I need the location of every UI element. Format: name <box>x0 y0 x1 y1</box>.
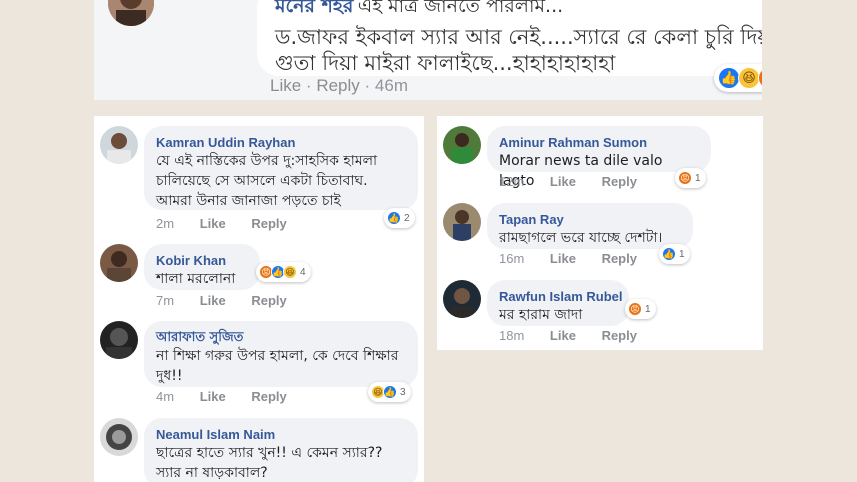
reaction-summary[interactable]: 😡 👍 😆 4 <box>256 262 311 282</box>
avatar[interactable] <box>100 321 138 359</box>
comment-text: মর হারাম জাদা <box>499 307 583 323</box>
comment-author[interactable]: Kamran Uddin Rayhan <box>156 134 406 151</box>
reaction-count: 1 <box>695 172 701 184</box>
comment-actions: 12m Like Reply <box>499 174 637 189</box>
comment-author[interactable]: Neamul Islam Naim <box>156 426 406 443</box>
reaction-count: 1 <box>645 303 651 315</box>
comment-bubble: আরাফাত সুজিত না শিক্ষা গরুর উপর হামলা, ক… <box>144 321 418 387</box>
comment-author[interactable]: Kobir Khan <box>156 252 248 269</box>
comment-bubble: Kobir Khan শালা মরলোনা <box>144 244 260 290</box>
angry-reaction-icon: 😡 <box>758 67 762 89</box>
like-reaction-icon: 👍 <box>662 247 676 261</box>
reaction-summary[interactable]: 👍 2 <box>384 208 415 228</box>
comment-actions: 7m Like Reply <box>156 293 287 308</box>
comment-time: 18m <box>499 328 525 343</box>
like-reaction-icon: 👍 <box>718 67 740 89</box>
reaction-summary[interactable]: 😡 1 <box>675 168 706 188</box>
like-link[interactable]: Like <box>550 328 576 343</box>
haha-reaction-icon: 😆 <box>738 67 760 89</box>
right-comments-panel: Aminur Rahman Sumon Morar news ta dile v… <box>437 116 763 350</box>
reply-link[interactable]: Reply <box>251 389 286 404</box>
reaction-summary[interactable]: 👍 1 <box>659 244 690 264</box>
reaction-count: 1 <box>679 248 685 260</box>
comment-bubble: Tapan Ray রামছাগলে ভরে যাচ্ছে দেশটা। <box>487 203 693 249</box>
comment-author[interactable]: Tapan Ray <box>499 211 681 228</box>
comment-time: 7m <box>156 293 175 308</box>
reply-link[interactable]: Reply <box>602 251 637 266</box>
reply-link[interactable]: Reply <box>316 76 359 95</box>
comment-text: রামছাগলে ভরে যাচ্ছে দেশটা। <box>499 230 663 246</box>
comment-bubble: Kamran Uddin Rayhan যে এই নাস্তিকের উপর … <box>144 126 418 210</box>
comment-time: 16m <box>499 251 525 266</box>
left-comments-panel: Kamran Uddin Rayhan যে এই নাস্তিকের উপর … <box>94 116 424 482</box>
comment-actions: 18m Like Reply <box>499 328 637 343</box>
comment-text: যে এই নাস্তিকের উপর দু:সাহসিক হামলা চালি… <box>156 153 378 209</box>
reply-link[interactable]: Reply <box>602 174 637 189</box>
comment-author[interactable]: Rawfun Islam Rubel <box>499 288 623 305</box>
comment-actions: 16m Like Reply <box>499 251 637 266</box>
comment-time: 12m <box>499 174 525 189</box>
like-link[interactable]: Like <box>200 389 226 404</box>
comment-bubble: Neamul Islam Naim ছাত্রের হাতে স্যার খুন… <box>144 418 418 482</box>
comment-time: 46m <box>374 76 408 95</box>
comment-bubble: Rawfun Islam Rubel মর হারাম জাদা <box>487 280 629 326</box>
like-link[interactable]: Like <box>270 76 301 95</box>
reaction-count: 2 <box>404 212 410 224</box>
angry-reaction-icon: 😡 <box>628 302 642 316</box>
avatar[interactable] <box>108 0 154 26</box>
comment-header-fragment: এই মাত্র জানতে পারলাম... <box>357 0 564 17</box>
like-reaction-icon: 👍 <box>383 385 397 399</box>
comment-bubble: Aminur Rahman Sumon Morar news ta dile v… <box>487 126 711 189</box>
comment-actions: Like · Reply · 46m <box>270 76 408 95</box>
like-reaction-icon: 👍 <box>387 211 401 225</box>
reaction-summary[interactable]: 👍 😆 😡 48 <box>714 64 762 92</box>
avatar[interactable] <box>100 126 138 164</box>
avatar[interactable] <box>100 418 138 456</box>
like-link[interactable]: Like <box>200 216 226 231</box>
comment-text: ছাত্রের হাতে স্যার খুন!! এ কেমন স্যার?? … <box>156 445 383 481</box>
avatar[interactable] <box>443 280 481 318</box>
comment-author[interactable]: আরাফাত সুজিত <box>156 329 406 346</box>
comment-actions: 2m Like Reply <box>156 216 287 231</box>
angry-reaction-icon: 😡 <box>678 171 692 185</box>
reaction-summary[interactable]: 😡 1 <box>625 299 656 319</box>
avatar[interactable] <box>100 244 138 282</box>
comment-actions: 4m Like Reply <box>156 389 287 404</box>
reply-link[interactable]: Reply <box>251 293 286 308</box>
top-comment-panel: মনের শহর এই মাত্র জানতে পারলাম... ড.জাফর… <box>94 0 762 100</box>
avatar[interactable] <box>443 126 481 164</box>
comment-time: 4m <box>156 389 175 404</box>
reply-link[interactable]: Reply <box>602 328 637 343</box>
reaction-summary[interactable]: 😆 👍 3 <box>368 382 411 402</box>
haha-reaction-icon: 😆 <box>283 265 297 279</box>
comment-time: 2m <box>156 216 175 231</box>
reaction-count: 4 <box>300 266 306 278</box>
comment-author[interactable]: Aminur Rahman Sumon <box>499 134 699 151</box>
like-link[interactable]: Like <box>550 251 576 266</box>
comment-text: না শিক্ষা গরুর উপর হামলা, কে দেবে শিক্ষা… <box>156 348 399 384</box>
comment-text: শালা মরলোনা <box>156 271 236 287</box>
reaction-count: 3 <box>400 386 406 398</box>
like-link[interactable]: Like <box>200 293 226 308</box>
comment-text: ড.জাফর ইকবাল স্যার আর নেই.....স্যারে রে … <box>275 25 762 75</box>
comment-bubble: মনের শহর এই মাত্র জানতে পারলাম... ড.জাফর… <box>257 0 762 76</box>
like-link[interactable]: Like <box>550 174 576 189</box>
avatar[interactable] <box>443 203 481 241</box>
reply-link[interactable]: Reply <box>251 216 286 231</box>
comment-author[interactable]: মনের শহর <box>275 0 353 17</box>
